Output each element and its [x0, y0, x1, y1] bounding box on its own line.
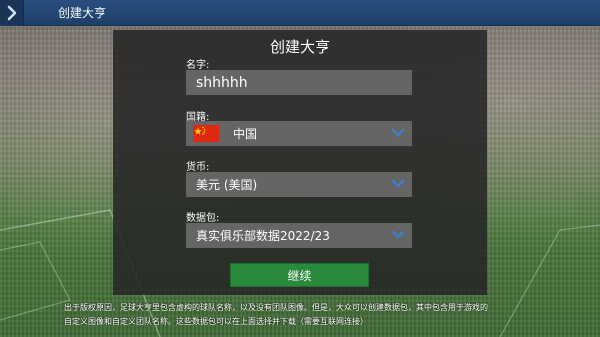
chevron-right-icon — [7, 5, 16, 20]
china-flag-icon — [193, 125, 219, 142]
top-bar: 创建大亨 — [0, 0, 600, 26]
nationality-dropdown[interactable]: 中国 — [186, 121, 412, 146]
currency-dropdown[interactable]: 美元 (美国) — [186, 172, 412, 197]
name-input[interactable] — [186, 70, 412, 95]
note-line-1: 出于版权原因，足球大亨里包含虚构的球队名称，以及没有团队图像。但是，大众可以创建… — [64, 303, 488, 312]
data-pack-value: 真实俱乐部数据2022/23 — [196, 229, 330, 243]
currency-value: 美元 (美国) — [196, 178, 258, 192]
dialog-title: 创建大亨 — [269, 38, 330, 56]
currency-label: 货币: — [186, 162, 210, 173]
copyright-note: 出于版权原因，足球大亨里包含虚构的球队名称，以及没有团队图像。但是，大众可以创建… — [64, 301, 550, 329]
create-tycoon-dialog: 创建大亨 名字: 国籍: 中国 货币: 美元 (美国) 数据包: 真实俱乐部数据… — [113, 30, 487, 295]
data-pack-label: 数据包: — [186, 213, 220, 224]
chevron-down-icon — [392, 230, 404, 239]
chevron-down-icon — [392, 128, 404, 137]
data-pack-dropdown[interactable]: 真实俱乐部数据2022/23 — [186, 223, 412, 248]
page-title: 创建大亨 — [58, 6, 107, 20]
chevron-down-icon — [392, 179, 404, 188]
nationality-value: 中国 — [233, 127, 258, 141]
continue-button[interactable]: 继续 — [230, 263, 369, 287]
back-button[interactable] — [0, 0, 24, 26]
note-line-2: 自定义图像和自定义团队名称。这些数据包可以在上面选择并下载（需要互联网连接） — [64, 317, 368, 326]
name-label: 名字: — [186, 60, 210, 71]
